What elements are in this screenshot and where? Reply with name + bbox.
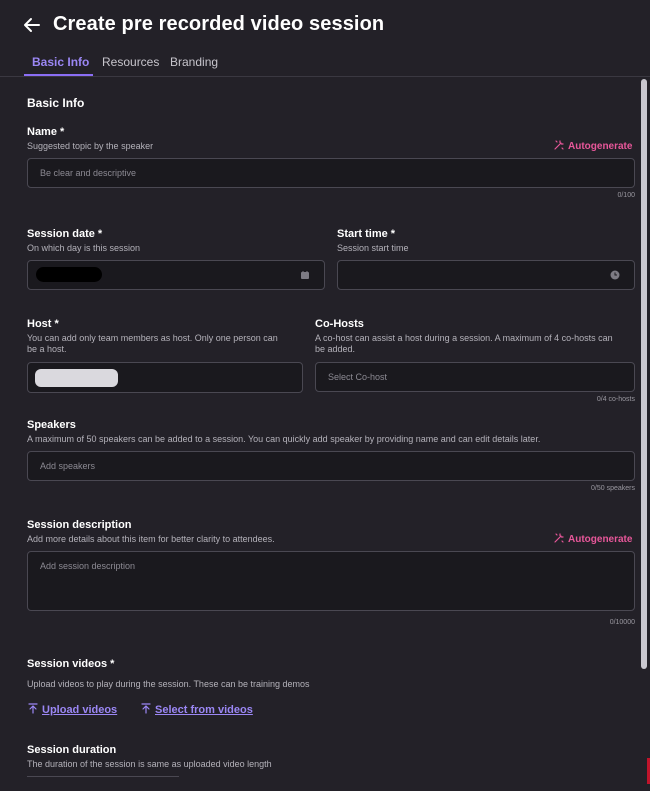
tab-basic-info[interactable]: Basic Info <box>32 55 89 69</box>
section-title: Basic Info <box>27 96 85 110</box>
host-label: Host * <box>27 318 59 330</box>
co-hosts-counter: 0/4 co-hosts <box>596 396 635 403</box>
page-header: Create pre recorded video session <box>0 0 650 52</box>
session-description-textarea[interactable]: Add session description <box>27 551 635 611</box>
upload-videos-label: Upload videos <box>42 704 118 716</box>
name-placeholder: Be clear and descriptive <box>40 168 137 178</box>
session-description-label: Session description <box>27 519 132 531</box>
page-title: Create pre recorded video session <box>53 13 385 35</box>
name-counter: 0/100 <box>617 192 635 199</box>
speakers-help: A maximum of 50 speakers can be added to… <box>27 434 541 444</box>
tab-branding[interactable]: Branding <box>170 55 218 69</box>
description-autogenerate-button[interactable]: Autogenerate <box>554 533 632 545</box>
session-date-input[interactable] <box>27 260 325 290</box>
autogenerate-label: Autogenerate <box>568 141 633 152</box>
session-description-placeholder: Add session description <box>40 561 136 571</box>
select-from-videos-label: Select from videos <box>155 704 253 716</box>
upload-icon <box>28 703 38 714</box>
active-tab-indicator <box>24 74 93 76</box>
session-description-help: Add more details about this item for bet… <box>27 534 275 544</box>
tab-bar: Basic Info Resources Branding <box>0 52 650 77</box>
session-date-label: Session date * <box>27 228 103 240</box>
scrollbar-thumb[interactable] <box>641 79 647 669</box>
start-time-label: Start time * <box>337 228 396 240</box>
session-duration-input[interactable] <box>27 776 179 791</box>
magic-wand-icon <box>554 140 564 150</box>
session-videos-help: Upload videos to play during the session… <box>27 679 310 689</box>
calendar-icon[interactable] <box>300 270 310 280</box>
speakers-counter: 0/50 speakers <box>591 485 635 492</box>
speakers-input[interactable]: Add speakers <box>27 451 635 481</box>
tab-resources[interactable]: Resources <box>102 55 159 69</box>
session-duration-label: Session duration <box>27 744 117 756</box>
host-help-line1: You can add only team members as host. O… <box>27 333 278 343</box>
co-host-placeholder: Select Co-host <box>328 372 388 382</box>
autogenerate-label: Autogenerate <box>568 534 633 545</box>
back-arrow-icon[interactable] <box>22 12 44 38</box>
co-hosts-help-line1: A co-host can assist a host during a ses… <box>315 333 613 343</box>
clock-icon[interactable] <box>610 270 620 280</box>
session-duration-help: The duration of the session is same as u… <box>27 759 272 769</box>
speakers-label: Speakers <box>27 419 76 431</box>
host-input[interactable] <box>27 362 303 393</box>
name-help: Suggested topic by the speaker <box>27 141 154 151</box>
upload-videos-link[interactable]: Upload videos <box>28 703 117 716</box>
session-date-value-redacted <box>36 267 102 282</box>
co-hosts-label: Co-Hosts <box>315 318 364 330</box>
select-from-videos-link[interactable]: Select from videos <box>141 703 253 716</box>
speakers-placeholder: Add speakers <box>40 461 96 471</box>
session-description-counter: 0/10000 <box>609 619 635 626</box>
name-label: Name * <box>27 126 65 138</box>
host-chip-redacted[interactable] <box>35 369 118 387</box>
start-time-input[interactable] <box>337 260 635 290</box>
upload-icon <box>141 703 151 714</box>
scrollbar[interactable] <box>640 77 648 791</box>
session-date-help: On which day is this session <box>27 243 141 253</box>
start-time-help: Session start time <box>337 243 409 253</box>
name-input[interactable]: Be clear and descriptive <box>27 158 635 188</box>
co-hosts-help-line2: be added. <box>315 344 356 354</box>
session-videos-label: Session videos * <box>27 658 115 670</box>
co-host-select[interactable]: Select Co-host <box>315 362 635 392</box>
name-autogenerate-button[interactable]: Autogenerate <box>554 140 632 152</box>
host-help-line2: be a host. <box>27 344 67 354</box>
magic-wand-icon <box>554 533 564 543</box>
